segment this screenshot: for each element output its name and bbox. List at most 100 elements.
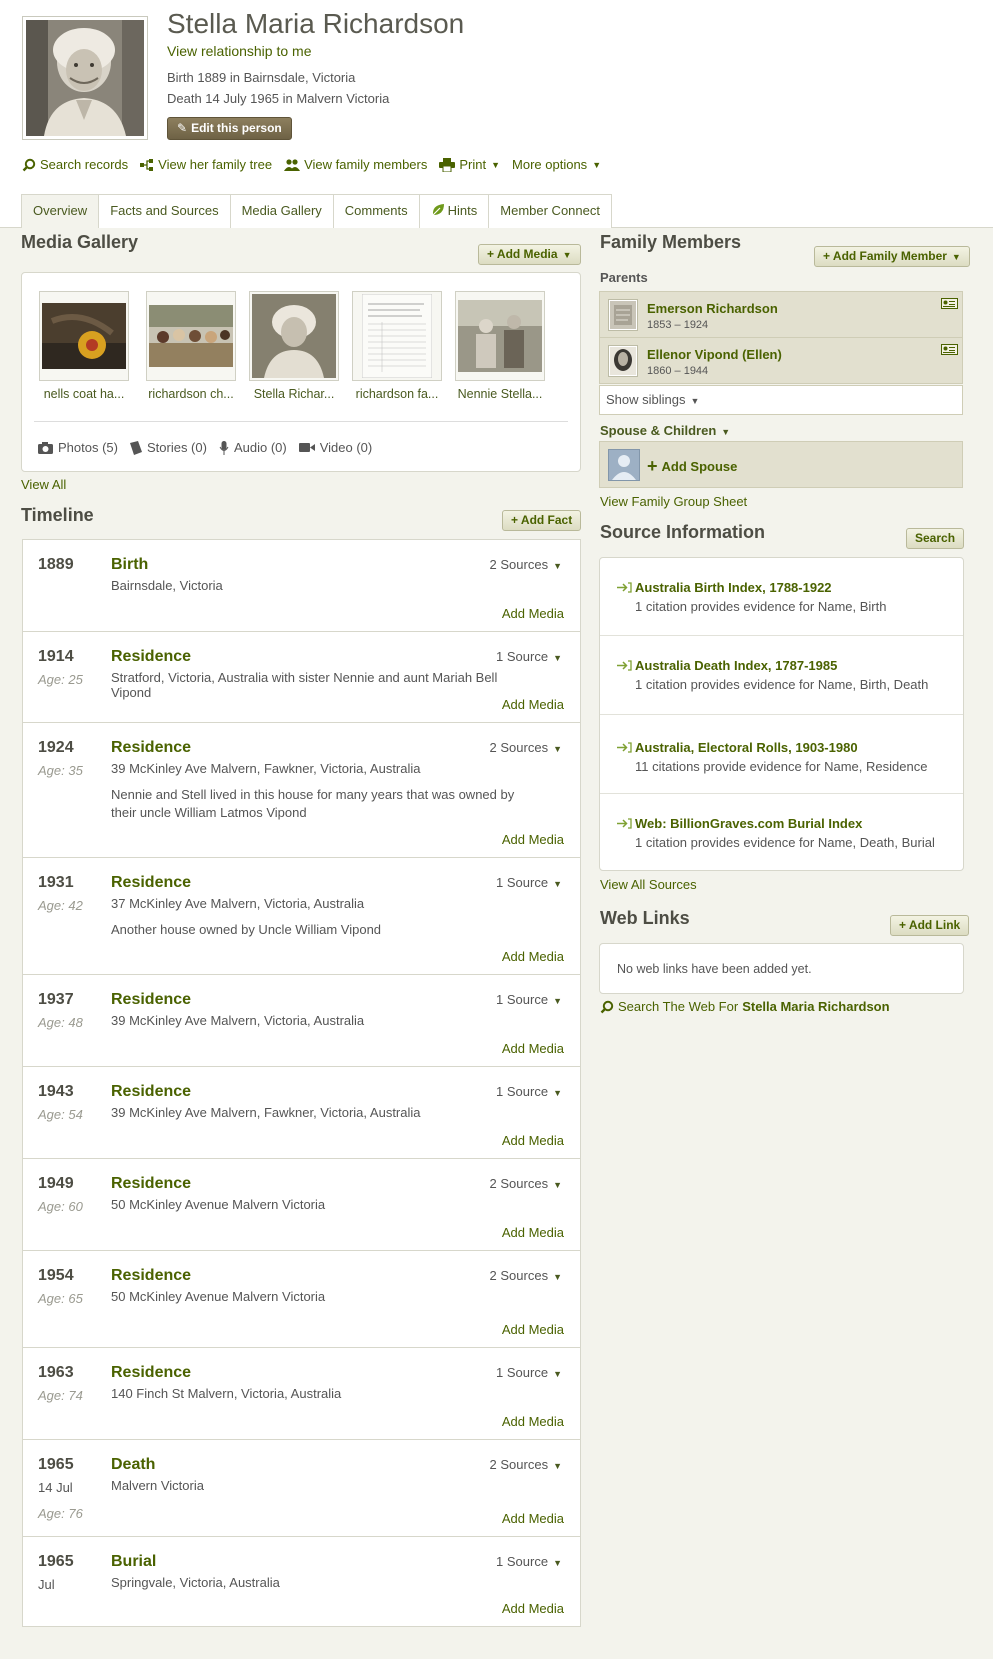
view-family-members-link[interactable]: View family members	[284, 157, 427, 172]
source-item: Web: BillionGraves.com Burial Index 1 ci…	[600, 794, 963, 870]
chevron-down-icon: ▼	[553, 996, 562, 1006]
show-siblings-toggle[interactable]: Show siblings ▼	[599, 385, 963, 415]
media-thumb[interactable]: richardson fa...	[352, 291, 442, 401]
event-sources-menu[interactable]: 1 Source ▼	[496, 992, 562, 1007]
tab-comments[interactable]: Comments	[332, 194, 420, 228]
more-options-menu[interactable]: More options ▼	[512, 157, 601, 172]
media-thumb[interactable]: richardson ch...	[146, 291, 236, 401]
add-media-link[interactable]: Add Media	[502, 1322, 564, 1337]
event-age: Age: 35	[38, 763, 83, 778]
add-media-link[interactable]: Add Media	[502, 1414, 564, 1429]
chevron-down-icon: ▼	[491, 159, 501, 170]
media-thumb[interactable]: Stella Richar...	[249, 291, 339, 401]
search-web-link[interactable]: Search The Web For Stella Maria Richardso…	[600, 999, 890, 1014]
stories-count-link[interactable]: Stories (0)	[129, 440, 207, 455]
tab-member-connect[interactable]: Member Connect	[488, 194, 612, 228]
event-type[interactable]: Residence	[111, 874, 191, 892]
pencil-icon: ✎	[177, 121, 188, 135]
add-media-link[interactable]: Add Media	[502, 1041, 564, 1056]
add-spouse-card[interactable]: + Add Spouse	[599, 441, 963, 488]
add-media-link[interactable]: Add Media	[502, 606, 564, 621]
source-citation: 1 citation provides evidence for Name, B…	[635, 677, 929, 692]
photos-count-link[interactable]: Photos (5)	[38, 440, 118, 455]
profile-card-icon[interactable]	[941, 343, 958, 358]
event-sources-menu[interactable]: 2 Sources ▼	[490, 740, 562, 755]
view-relationship-link[interactable]: View relationship to me	[167, 43, 311, 59]
chevron-down-icon: ▼	[553, 1088, 562, 1098]
event-type[interactable]: Residence	[111, 1083, 191, 1101]
event-year: 1954	[38, 1267, 74, 1284]
event-type[interactable]: Birth	[111, 556, 148, 574]
video-count-link[interactable]: Video (0)	[298, 440, 372, 455]
event-sources-menu[interactable]: 2 Sources ▼	[490, 557, 562, 572]
event-type[interactable]: Residence	[111, 1364, 191, 1382]
add-media-link[interactable]: Add Media	[502, 1133, 564, 1148]
add-family-member-button[interactable]: + Add Family Member ▼	[814, 246, 970, 267]
parent-name[interactable]: Ellenor Vipond (Ellen)	[647, 347, 782, 362]
event-sources-menu[interactable]: 1 Source ▼	[496, 875, 562, 890]
audio-count-link[interactable]: Audio (0)	[219, 440, 287, 455]
event-type[interactable]: Death	[111, 1456, 155, 1474]
add-media-link[interactable]: Add Media	[502, 949, 564, 964]
add-link-button[interactable]: + Add Link	[890, 915, 970, 936]
view-family-tree-link[interactable]: View her family tree	[140, 157, 272, 172]
add-media-link[interactable]: Add Media	[502, 1225, 564, 1240]
add-media-button[interactable]: + Add Media ▼	[478, 244, 581, 265]
timeline-row: 1924 Age: 35 Residence 39 McKinley Ave M…	[22, 722, 581, 858]
source-title-link[interactable]: Australia Death Index, 1787-1985	[617, 658, 837, 673]
parents-label: Parents	[600, 270, 648, 285]
view-all-media-link[interactable]: View All	[21, 477, 66, 492]
add-media-link[interactable]: Add Media	[502, 697, 564, 712]
spouse-children-toggle[interactable]: Spouse & Children ▼	[600, 423, 730, 438]
tab-media-gallery[interactable]: Media Gallery	[229, 194, 334, 228]
source-title-link[interactable]: Web: BillionGraves.com Burial Index	[617, 816, 862, 831]
edit-person-button[interactable]: ✎ Edit this person	[167, 117, 292, 140]
event-year: 1937	[38, 991, 74, 1008]
chevron-down-icon: ▼	[553, 1558, 562, 1568]
tab-facts-and-sources[interactable]: Facts and Sources	[98, 194, 231, 228]
parent-name[interactable]: Emerson Richardson	[647, 301, 778, 316]
add-fact-button[interactable]: + Add Fact	[502, 510, 582, 531]
document-icon	[129, 440, 142, 455]
add-media-link[interactable]: Add Media	[502, 832, 564, 847]
event-sources-menu[interactable]: 1 Source ▼	[496, 1554, 562, 1569]
view-family-group-sheet-link[interactable]: View Family Group Sheet	[600, 494, 747, 509]
profile-card-icon[interactable]	[941, 297, 958, 312]
event-type[interactable]: Residence	[111, 1175, 191, 1193]
tab-hints[interactable]: Hints	[418, 194, 490, 228]
event-sources-menu[interactable]: 2 Sources ▼	[490, 1457, 562, 1472]
event-sources-menu[interactable]: 2 Sources ▼	[490, 1268, 562, 1283]
event-sources-menu[interactable]: 1 Source ▼	[496, 649, 562, 664]
event-type[interactable]: Burial	[111, 1553, 156, 1571]
web-links-title: Web Links	[600, 908, 690, 928]
event-type[interactable]: Residence	[111, 648, 191, 666]
tab-overview[interactable]: Overview	[21, 194, 100, 228]
event-type[interactable]: Residence	[111, 991, 191, 1009]
event-type[interactable]: Residence	[111, 739, 191, 757]
source-title-link[interactable]: Australia, Electoral Rolls, 1903-1980	[617, 740, 858, 755]
event-sources-menu[interactable]: 1 Source ▼	[496, 1365, 562, 1380]
media-thumb[interactable]: Nennie Stella...	[455, 291, 545, 401]
view-all-sources-link[interactable]: View All Sources	[600, 877, 697, 892]
event-sources-menu[interactable]: 1 Source ▼	[496, 1084, 562, 1099]
event-type[interactable]: Residence	[111, 1267, 191, 1285]
source-title-link[interactable]: Australia Birth Index, 1788-1922	[617, 580, 832, 595]
add-media-link[interactable]: Add Media	[502, 1511, 564, 1526]
event-description: Nennie and Stell lived in this house for…	[111, 787, 515, 820]
print-menu[interactable]: Print ▼	[439, 157, 500, 172]
chevron-down-icon: ▼	[553, 1272, 562, 1282]
event-sources-menu[interactable]: 2 Sources ▼	[490, 1176, 562, 1191]
parent-dates: 1860 – 1944	[647, 365, 709, 377]
profile-photo[interactable]	[22, 16, 148, 140]
media-thumb[interactable]: nells coat ha...	[39, 291, 129, 401]
event-date: Jul	[38, 1577, 55, 1592]
parent-card[interactable]: Emerson Richardson 1853 – 1924	[599, 291, 963, 338]
event-place: Malvern Victoria	[111, 1478, 204, 1493]
parent-card[interactable]: Ellenor Vipond (Ellen) 1860 – 1944	[599, 337, 963, 384]
add-media-link[interactable]: Add Media	[502, 1601, 564, 1616]
search-sources-button[interactable]: Search	[906, 528, 965, 549]
event-age: Age: 25	[38, 672, 83, 687]
timeline-row: 1954 Age: 65 Residence 50 McKinley Avenu…	[22, 1250, 581, 1348]
add-spouse-link[interactable]: + Add Spouse	[647, 456, 737, 477]
search-records-link[interactable]: Search records	[22, 157, 128, 172]
